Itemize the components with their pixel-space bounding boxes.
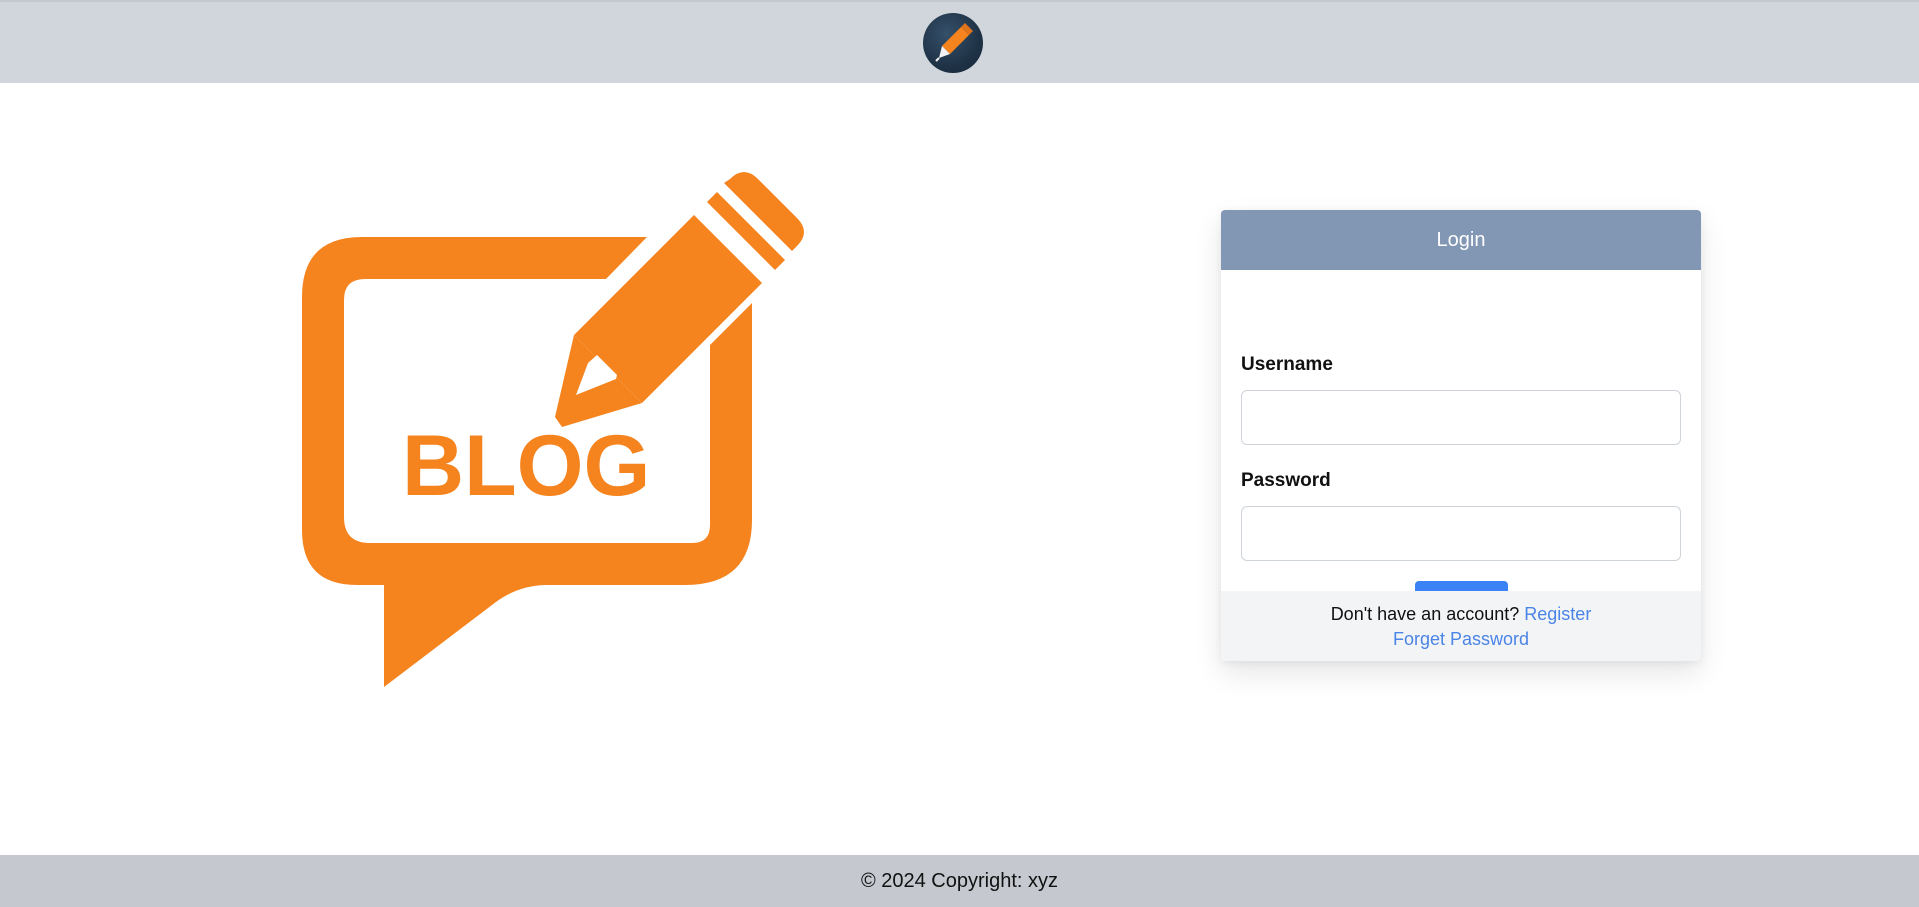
username-label: Username — [1241, 354, 1333, 375]
top-navbar — [0, 0, 1919, 83]
blog-speech-bubble-pencil-icon: BLOG — [292, 155, 822, 695]
username-input[interactable] — [1241, 390, 1681, 445]
login-form: Username Password Login — [1221, 270, 1701, 631]
register-link[interactable]: Register — [1524, 604, 1591, 624]
page: BLOG Login Username Password Login Don't… — [0, 0, 1919, 907]
password-input[interactable] — [1241, 506, 1681, 561]
page-footer: © 2024 Copyright: xyz — [0, 855, 1919, 907]
copyright-text: © 2024 Copyright: xyz — [860, 869, 1059, 892]
password-label: Password — [1241, 470, 1331, 491]
blog-logo-text: BLOG — [402, 418, 650, 514]
login-title: Login — [1436, 228, 1486, 251]
register-line: Don't have an account? Register — [1221, 602, 1701, 627]
login-card-footer: Don't have an account? Register Forget P… — [1221, 591, 1701, 661]
login-card-header: Login — [1221, 210, 1701, 270]
pen-nib-icon[interactable] — [923, 13, 983, 73]
login-card: Login Username Password Login Don't have… — [1221, 210, 1701, 661]
no-account-text: Don't have an account? — [1330, 604, 1520, 624]
forgot-password-link[interactable]: Forget Password — [1393, 629, 1529, 649]
